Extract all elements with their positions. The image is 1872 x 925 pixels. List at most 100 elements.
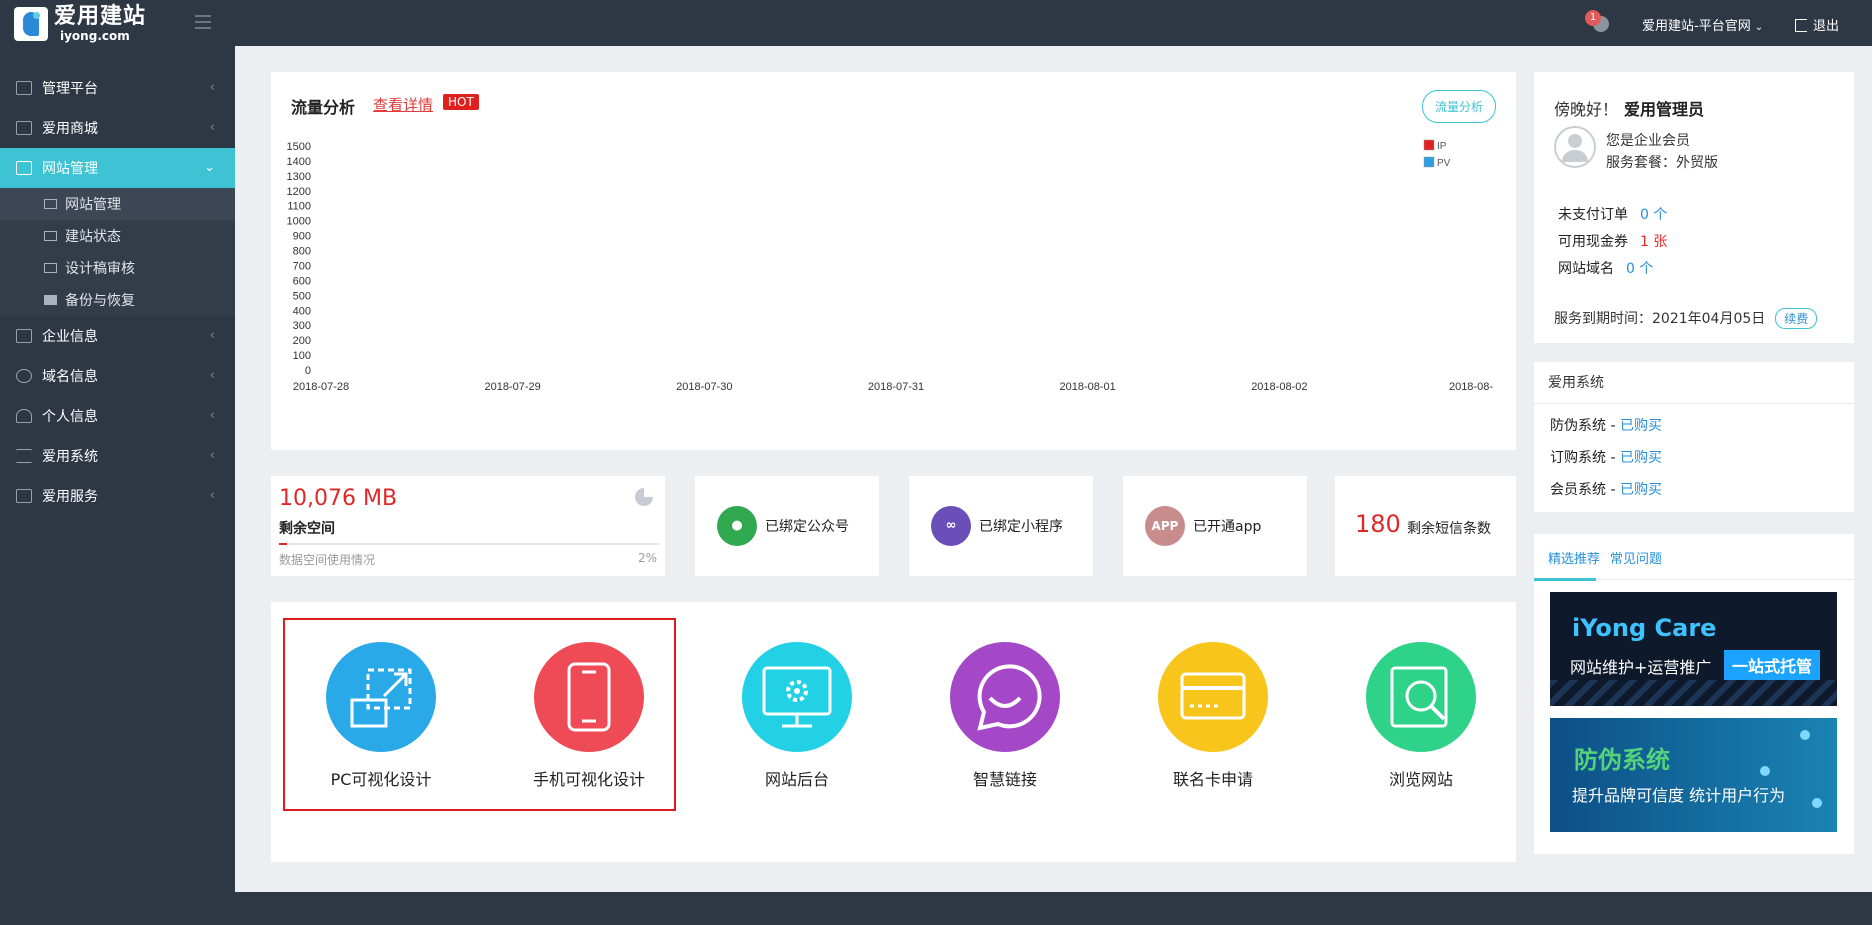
logo-icon [14,7,48,41]
x-tick-label: 2018-07-29 [485,381,541,393]
submenu-item-label: 设计稿审核 [65,261,135,277]
sms-count: 180 [1355,510,1401,538]
greeting-text: 傍晚好！ [1554,100,1619,119]
submenu-item-label: 建站状态 [65,229,121,245]
service-expiry: 服务到期时间：2021年04月05日 续费 [1554,308,1818,329]
storage-progress-fill [279,543,287,545]
legend-label-pv: PV [1437,158,1451,169]
traffic-analysis-button[interactable]: 流量分析 [1421,90,1496,123]
logout-label: 退出 [1813,19,1840,34]
browse-site-app[interactable]: 浏览网站 [1341,642,1501,790]
tab-faq[interactable]: 常见问题 [1610,548,1662,567]
chevron-left-icon: ‹ [209,488,215,503]
y-tick-label: 500 [293,290,311,302]
sidebar-item-domain[interactable]: 域名信息 ‹ [0,356,235,396]
y-tick-label: 700 [293,260,311,272]
sidebar-item-website[interactable]: 网站管理 ⌄ [0,148,235,188]
view-detail-link[interactable]: 查看详情 [373,94,433,115]
sms-label: 剩余短信条数 [1407,521,1491,537]
unpaid-label: 未支付订单 [1558,207,1628,223]
submenu-item-build-status[interactable]: 建站状态 [0,220,235,252]
sidebar-item-service[interactable]: 爱用服务 ‹ [0,476,235,516]
chevron-left-icon: ‹ [209,120,215,135]
unpaid-value[interactable]: 0 个 [1640,207,1667,223]
network-node-icon [1760,766,1770,776]
y-tick-label: 0 [305,365,311,377]
renew-button[interactable]: 续费 [1775,308,1818,329]
website-submenu: 网站管理 建站状态 设计稿审核 备份与恢复 [0,188,235,316]
list-icon [16,449,32,463]
app-label: PC可视化设计 [330,770,432,789]
y-tick-label: 900 [293,231,311,243]
system-name: 会员系统 - [1550,482,1620,498]
sidebar-item-mall[interactable]: 爱用商城 ‹ [0,108,235,148]
site-link-label: 爱用建站-平台官网 [1642,19,1751,34]
submenu-item-backup[interactable]: 备份与恢复 [0,284,235,316]
coupon-value[interactable]: 1 张 [1640,234,1667,250]
database-icon [44,295,57,305]
logo[interactable]: 爱用建站 iyong.com [14,6,146,42]
logo-domain: iyong.com [60,29,130,43]
wechat-card[interactable]: ● 已绑定公众号 [695,476,879,576]
submenu-item-website-manage[interactable]: 网站管理 [0,188,235,220]
chevron-down-icon: ⌄ [204,160,215,175]
logout-button[interactable]: 退出 [1795,15,1839,34]
coupon-label: 可用现金券 [1558,234,1628,250]
sidebar-item-label: 网站管理 [42,161,98,177]
username: 爱用管理员 [1624,100,1705,119]
recommend-tabs: 精选推荐 常见问题 [1533,534,1854,581]
mobile-design-app[interactable]: 手机可视化设计 [509,642,669,790]
smart-link-app[interactable]: 智慧链接 [925,642,1085,790]
cobrand-card-app[interactable]: 联名卡申请 [1133,642,1293,790]
sidebar-item-label: 爱用商城 [42,121,98,137]
banner-iyong-care[interactable]: iYong Care 网站维护+运营推广 一站式托管 [1550,592,1837,706]
notification-button[interactable]: 1 [1585,10,1611,34]
cash-coupons: 可用现金券 1 张 [1558,231,1667,251]
system-status-link[interactable]: 已购买 [1620,450,1662,466]
banner-subtitle: 网站维护+运营推广 [1570,658,1712,677]
x-tick-label: 2018-08-01 [1060,381,1116,393]
site-link-dropdown[interactable]: 爱用建站-平台官网 ⌄ [1642,15,1763,34]
laptop-icon [16,161,32,175]
traffic-card: 流量分析 查看详情 HOT 流量分析 0 100 200 300 400 500 600 70… [271,72,1516,450]
admin-backend-app[interactable]: 网站后台 [717,642,877,790]
home-icon [16,81,32,95]
avatar [1554,126,1596,168]
banner-anticounterfeit[interactable]: 防伪系统 提升品牌可信度 统计用户行为 [1550,718,1837,832]
pc-design-app[interactable]: PC可视化设计 [301,642,461,790]
menu-toggle-icon[interactable] [195,15,211,29]
y-tick-label: 1300 [287,171,311,183]
chevron-left-icon: ‹ [209,408,215,423]
bar-chart-icon [44,231,57,241]
service-package: 服务套餐：外贸版 [1606,155,1718,171]
sms-card[interactable]: 180 剩余短信条数 [1335,476,1516,576]
sidebar-item-system[interactable]: 爱用系统 ‹ [0,436,235,476]
systems-card: 爱用系统 防伪系统 - 已购买 订购系统 - 已购买 会员系统 - 已购买 [1534,362,1854,512]
legend-swatch-ip [1423,139,1435,151]
miniprogram-card[interactable]: ∞ 已绑定小程序 [909,476,1093,576]
submenu-item-design-review[interactable]: 设计稿审核 [0,252,235,284]
sidebar-item-label: 爱用服务 [42,489,98,505]
system-status-link[interactable]: 已购买 [1620,418,1662,434]
sidebar-item-platform[interactable]: 管理平台 ‹ [0,68,235,108]
network-node-icon [1800,730,1810,740]
chat-smile-icon [950,642,1060,752]
recommend-card: 精选推荐 常见问题 iYong Care 网站维护+运营推广 一站式托管 防伪系… [1533,534,1854,854]
sidebar: 管理平台 ‹ 爱用商城 ‹ 网站管理 ⌄ 网站管理 建站状态 设计稿审核 备份与恢复 … [0,46,235,925]
x-tick-label: 2018-08- [1449,381,1493,393]
tab-featured[interactable]: 精选推荐 [1533,548,1600,581]
site-domains: 网站域名 0 个 [1558,258,1653,278]
chevron-left-icon: ‹ [209,80,215,95]
expiry-label: 服务到期时间：2021年04月05日 [1554,311,1766,327]
storage-label: 剩余空间 [279,521,335,537]
miniprogram-icon: ∞ [931,506,971,546]
system-status-link[interactable]: 已购买 [1620,482,1662,498]
app-card[interactable]: APP 已开通app [1123,476,1307,576]
legend-swatch-pv [1423,156,1435,168]
sidebar-item-personal[interactable]: 个人信息 ‹ [0,396,235,436]
y-tick-label: 300 [293,320,311,332]
domain-value[interactable]: 0 个 [1626,261,1653,277]
traffic-title: 流量分析 [291,98,356,117]
sidebar-item-company[interactable]: 企业信息 ‹ [0,316,235,356]
traffic-chart: 0 100 200 300 400 500 600 700 800 900 1000 1100 1200… [287,139,1493,393]
